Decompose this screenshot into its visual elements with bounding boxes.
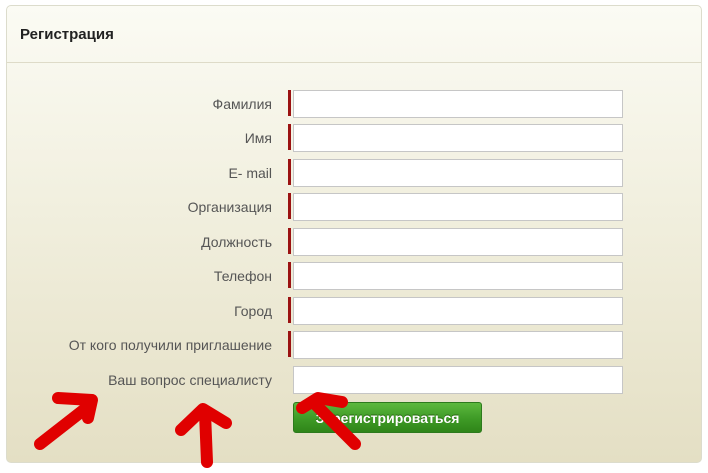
last-name-label: Фамилия <box>212 96 272 112</box>
required-marker <box>288 331 291 357</box>
question-input[interactable] <box>293 366 623 394</box>
panel-header: Регистрация <box>7 6 701 63</box>
email-label: E- mail <box>228 165 272 181</box>
form-row-question: Ваш вопрос специалисту <box>7 366 703 394</box>
last-name-input[interactable] <box>293 90 623 118</box>
required-marker <box>288 297 291 323</box>
position-input[interactable] <box>293 228 623 256</box>
phone-input[interactable] <box>293 262 623 290</box>
form-row-email: E- mail <box>7 159 703 187</box>
city-label: Город <box>234 303 272 319</box>
required-marker <box>288 262 291 288</box>
form-row-city: Город <box>7 297 703 325</box>
form-row-phone: Телефон <box>7 262 703 290</box>
form-row-first-name: Имя <box>7 124 703 152</box>
form-row-invited-by: От кого получили приглашение <box>7 331 703 359</box>
first-name-label: Имя <box>244 130 272 146</box>
phone-label: Телефон <box>213 268 272 284</box>
form-row-position: Должность <box>7 228 703 256</box>
required-marker <box>288 193 291 219</box>
organization-label: Организация <box>187 199 272 215</box>
city-input[interactable] <box>293 297 623 325</box>
invited-by-label: От кого получили приглашение <box>68 337 272 353</box>
required-marker <box>288 159 291 185</box>
required-marker <box>288 124 291 150</box>
page-title: Регистрация <box>20 25 114 43</box>
required-marker <box>288 228 291 254</box>
invited-by-input[interactable] <box>293 331 623 359</box>
register-button[interactable]: Зарегистрироваться <box>293 402 482 433</box>
position-label: Должность <box>201 234 272 250</box>
required-marker <box>288 90 291 116</box>
organization-input[interactable] <box>293 193 623 221</box>
first-name-input[interactable] <box>293 124 623 152</box>
form-row-last-name: Фамилия <box>7 90 703 118</box>
question-label: Ваш вопрос специалисту <box>108 372 272 388</box>
registration-panel: Регистрация Фамилия Имя E- mail Организа… <box>6 5 702 463</box>
email-input[interactable] <box>293 159 623 187</box>
form-row-organization: Организация <box>7 193 703 221</box>
